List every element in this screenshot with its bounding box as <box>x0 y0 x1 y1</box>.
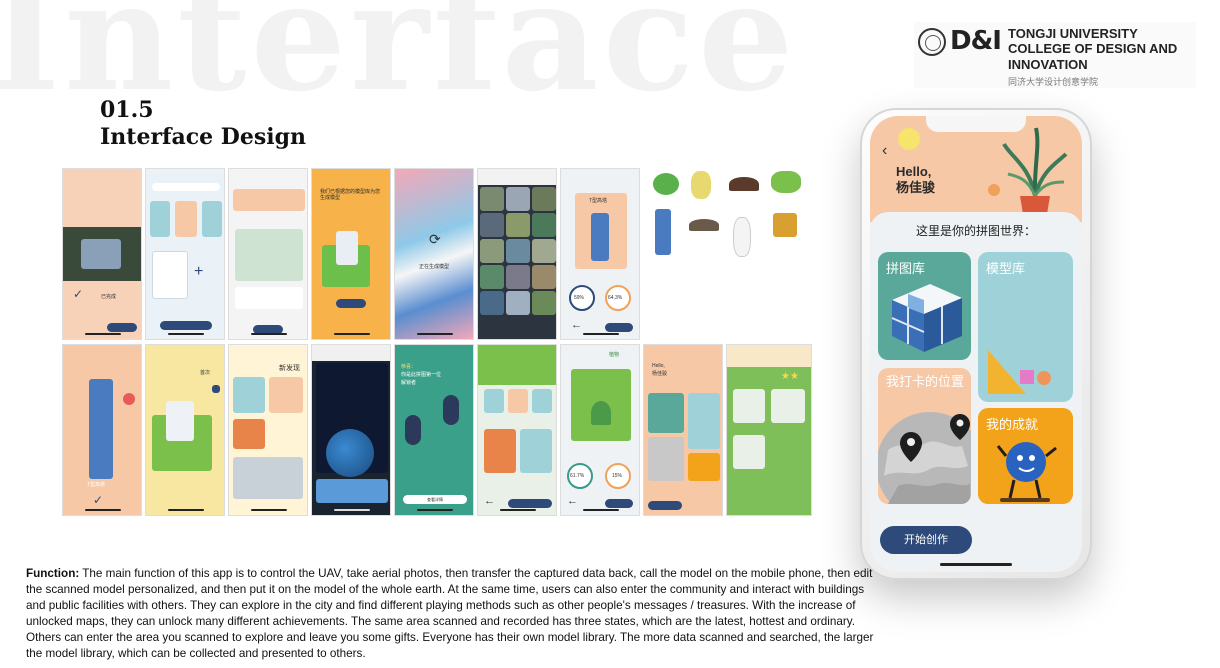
congrats-line-2: 你是此拼图第一位 <box>401 372 442 378</box>
percent-2: 64.3% <box>608 295 623 301</box>
screen-thumbnail[interactable]: T型高塔 ✓ <box>62 344 142 516</box>
model-library-tile[interactable]: 模型库 <box>978 252 1073 402</box>
potted-plant-icon <box>1002 127 1068 220</box>
screen-thumbnail[interactable]: T型高塔 59% 64.3% ← <box>560 168 640 340</box>
home-indicator <box>940 563 1012 566</box>
back-chevron-icon[interactable]: ‹ <box>882 142 887 160</box>
congrats-line-1: 恭喜： <box>401 364 417 370</box>
model-name-label: T型高塔 <box>589 198 608 204</box>
phone-mockup: ‹ Hello, 杨佳骏 这里是你的拼图世界： 拼图库 模型库 我打卡的位置 我… <box>860 108 1092 580</box>
shapes-icon <box>988 350 1051 394</box>
puzzle-library-tile[interactable]: 拼图库 <box>878 252 971 360</box>
map-globe-icon <box>878 412 971 504</box>
new-discovery-label: 新发现 <box>279 365 300 372</box>
screen-thumbnail[interactable]: 新发现 <box>228 344 308 516</box>
brand-line-3: INNOVATION <box>1008 57 1088 72</box>
plant-label: 植物 <box>609 352 620 358</box>
screen-thumbnail[interactable]: ★★ <box>726 344 812 516</box>
plant-percent-1: 61.7% <box>570 473 585 479</box>
screen-thumbnail[interactable]: ✓ 已完成 <box>62 168 142 340</box>
dot-decoration <box>988 184 1000 196</box>
achievements-tile[interactable]: 我的成就 <box>978 408 1073 504</box>
mascot-icon <box>996 442 1057 502</box>
generating-label: 正在生成模型 <box>419 264 450 270</box>
congrats-line-3: 解锁者 <box>401 380 417 386</box>
sun-decoration <box>898 128 920 150</box>
screen-thumbnail[interactable]: Hello, 杨佳骏 <box>643 344 723 516</box>
brand-line-1: TONGJI UNIVERSITY <box>1008 26 1138 41</box>
screen-thumbnail[interactable]: 恭喜： 你是此拼图第一位 解锁者 查看详情 <box>394 344 474 516</box>
screen-thumbnail-grid: ✓ 已完成 + 我们已根据您的模型库为您生成模型 ⟳ 正在生成模型 T型高塔 5… <box>62 168 814 522</box>
greeting: Hello, 杨佳骏 <box>896 164 935 196</box>
generated-model-text: 我们已根据您的模型库为您生成模型 <box>320 189 381 201</box>
model-library-label: 模型库 <box>986 261 1026 276</box>
home-screen: ‹ Hello, 杨佳骏 这里是你的拼图世界： 拼图库 模型库 我打卡的位置 我… <box>870 116 1082 572</box>
screen-thumbnail[interactable]: 首次 <box>145 344 225 516</box>
screen-thumbnail[interactable]: ← <box>477 344 557 516</box>
function-description: Function: The main function of this app … <box>26 566 878 662</box>
background-watermark: Interface <box>0 0 798 125</box>
screen-thumbnail[interactable] <box>228 168 308 340</box>
section-title: Interface Design <box>100 124 307 150</box>
greeting-hello: Hello, <box>896 164 932 179</box>
university-seal-icon <box>918 28 946 56</box>
section-number: 01.5 <box>100 97 154 123</box>
screen-thumbnail[interactable] <box>477 168 557 340</box>
greeting-name: 杨佳骏 <box>896 180 936 195</box>
screen-thumbnail[interactable]: 植物 61.7% 15% ← <box>560 344 640 516</box>
achievements-label: 我的成就 <box>986 417 1039 432</box>
percent-1: 59% <box>574 295 585 301</box>
start-creating-button[interactable]: 开始创作 <box>880 526 972 554</box>
university-logo: D&I TONGJI UNIVERSITY COLLEGE OF DESIGN … <box>914 22 1196 88</box>
phone-notch <box>926 116 1026 132</box>
puzzle-library-label: 拼图库 <box>886 261 926 276</box>
first-label: 首次 <box>200 370 211 376</box>
tower-label: T型高塔 <box>87 482 106 488</box>
model-preview-grid <box>646 168 814 340</box>
world-title: 这里是你的拼图世界： <box>915 224 1036 238</box>
function-label: Function: <box>26 567 80 580</box>
brand-line-2: COLLEGE OF DESIGN AND <box>1008 41 1178 56</box>
screen-thumbnail[interactable] <box>311 344 391 516</box>
checkin-location-label: 我打卡的位置 <box>886 374 965 389</box>
screen-thumbnail[interactable]: + <box>145 168 225 340</box>
checkin-location-tile[interactable]: 我打卡的位置 <box>878 368 971 504</box>
completed-label: 已完成 <box>101 294 117 300</box>
mini-hello: Hello, <box>652 363 665 369</box>
mini-name: 杨佳骏 <box>652 371 668 377</box>
brand-chinese-name: 同济大学设计创意学院 <box>1008 77 1099 87</box>
dxi-logo-mark: D&I <box>950 26 1002 56</box>
function-text: The main function of this app is to cont… <box>26 567 874 660</box>
plant-percent-2: 15% <box>612 473 623 479</box>
screen-thumbnail[interactable]: ⟳ 正在生成模型 <box>394 168 474 340</box>
home-body: 这里是你的拼图世界： 拼图库 模型库 我打卡的位置 我的成就 开始创作 <box>870 212 1082 572</box>
view-details-button[interactable]: 查看详情 <box>403 495 467 504</box>
puzzle-cube-icon <box>891 284 962 352</box>
screen-thumbnail[interactable]: 我们已根据您的模型库为您生成模型 <box>311 168 391 340</box>
